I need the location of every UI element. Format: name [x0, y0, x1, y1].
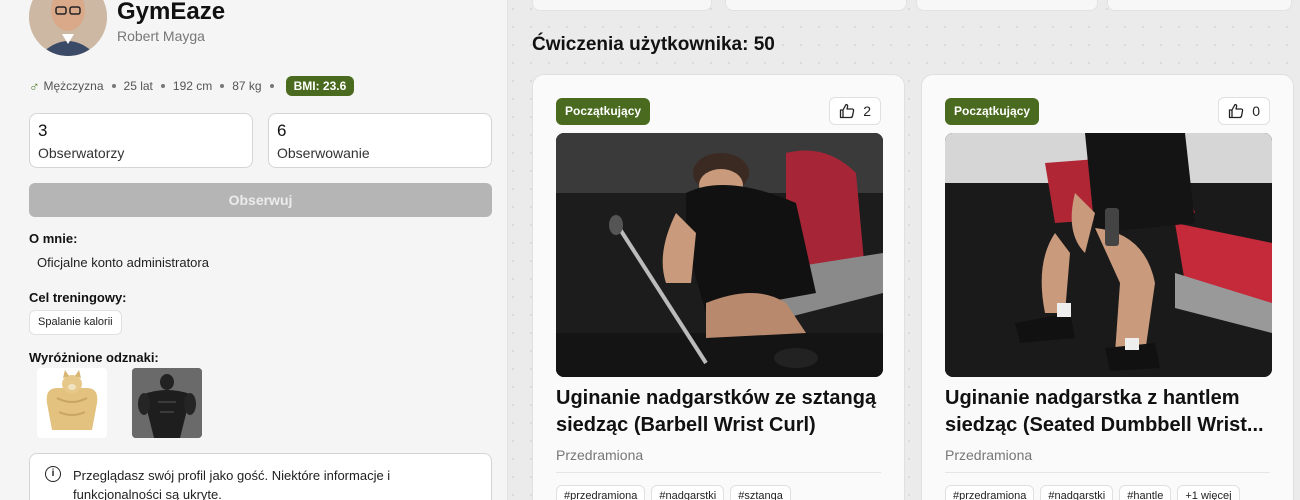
info-icon: i [45, 466, 61, 482]
profile-panel: GymEaze Robert Mayga ♂ Mężczyzna 25 lat … [0, 0, 508, 500]
top-card[interactable] [532, 0, 712, 11]
exercise-card[interactable]: Początkujący 2 Uginanie nadgarstków ze s… [532, 74, 905, 500]
following-count: 6 [277, 121, 287, 140]
tag[interactable]: #sztanga [730, 485, 791, 500]
separator-dot [269, 84, 274, 88]
separator-dot [160, 84, 165, 88]
thumbs-up-icon [1229, 103, 1244, 119]
tag[interactable]: #przedramiona [556, 485, 646, 500]
muscle-man-badge[interactable] [132, 368, 202, 438]
weight-text: 87 kg [232, 79, 262, 93]
top-card[interactable] [725, 0, 907, 11]
tag-list: #przedramiona #nadgarstki #sztanga [556, 485, 791, 500]
badges-label: Wyróżnione odznaki: [29, 350, 159, 365]
guest-info-text: Przeglądasz swój profil jako gość. Niekt… [73, 468, 391, 500]
about-label: O mnie: [29, 231, 78, 246]
following-label: Obserwowanie [277, 145, 370, 161]
avatar-image [29, 0, 107, 56]
tag-list: #przedramiona #nadgarstki #hantle +1 wię… [945, 485, 1240, 500]
app-title: GymEaze [117, 0, 226, 25]
like-button[interactable]: 2 [829, 97, 881, 125]
followers-label: Obserwatorzy [38, 145, 125, 161]
dumbbell-wrist-curl-photo [945, 133, 1272, 377]
user-stats: ♂ Mężczyzna 25 lat 192 cm 87 kg BMI: 23.… [29, 75, 355, 97]
barbell-wrist-curl-photo [556, 133, 883, 377]
gender-text: Mężczyzna [43, 79, 104, 93]
muscle-group: Przedramiona [556, 447, 644, 463]
exercises-title: Ćwiczenia użytkownika: 50 [532, 34, 775, 55]
bmi-badge: BMI: 23.6 [285, 76, 355, 96]
level-badge: Początkujący [556, 98, 651, 125]
separator-dot [220, 84, 225, 88]
exercise-image[interactable] [945, 133, 1272, 377]
male-icon: ♂ [29, 78, 40, 94]
muscle-group: Przedramiona [945, 447, 1033, 463]
follow-button[interactable]: Obserwuj [29, 183, 492, 217]
following-box[interactable]: 6 Obserwowanie [268, 113, 492, 168]
top-card[interactable] [1107, 0, 1292, 11]
about-text: Oficjalne konto administratora [37, 255, 209, 270]
level-badge: Początkujący [945, 98, 1040, 125]
user-name: Robert Mayga [117, 28, 205, 44]
tag[interactable]: #hantle [1119, 485, 1172, 500]
thumbs-up-icon [840, 103, 855, 119]
like-button[interactable]: 0 [1218, 97, 1270, 125]
followers-count: 3 [38, 121, 48, 140]
exercise-title[interactable]: Uginanie nadgarstków ze sztangą siedząc … [556, 385, 886, 439]
exercise-title[interactable]: Uginanie nadgarstka z hantlem siedząc (S… [945, 385, 1275, 439]
goal-chip: Spalanie kalorii [29, 310, 122, 335]
tag[interactable]: #nadgarstki [1040, 485, 1114, 500]
goal-label: Cel treningowy: [29, 290, 127, 305]
like-count: 2 [863, 103, 871, 119]
tag[interactable]: #przedramiona [945, 485, 1035, 500]
avatar [29, 0, 107, 56]
divider [945, 472, 1270, 473]
tag[interactable]: #nadgarstki [651, 485, 725, 500]
more-tags[interactable]: +1 więcej [1177, 485, 1240, 500]
height-text: 192 cm [172, 79, 213, 93]
followers-box[interactable]: 3 Obserwatorzy [29, 113, 253, 168]
guest-info-box: i Przeglądasz swój profil jako gość. Nie… [29, 453, 492, 500]
like-count: 0 [1252, 103, 1260, 119]
top-card[interactable] [916, 0, 1098, 11]
doge-badge-image [37, 368, 107, 438]
age-text: 25 lat [123, 79, 153, 93]
muscle-man-badge-image [132, 368, 202, 438]
exercise-image[interactable] [556, 133, 883, 377]
doge-badge[interactable] [37, 368, 107, 438]
separator-dot [111, 84, 116, 88]
divider [556, 472, 881, 473]
exercise-card[interactable]: Początkujący 0 Uginanie nadgarstka z han… [921, 74, 1294, 500]
